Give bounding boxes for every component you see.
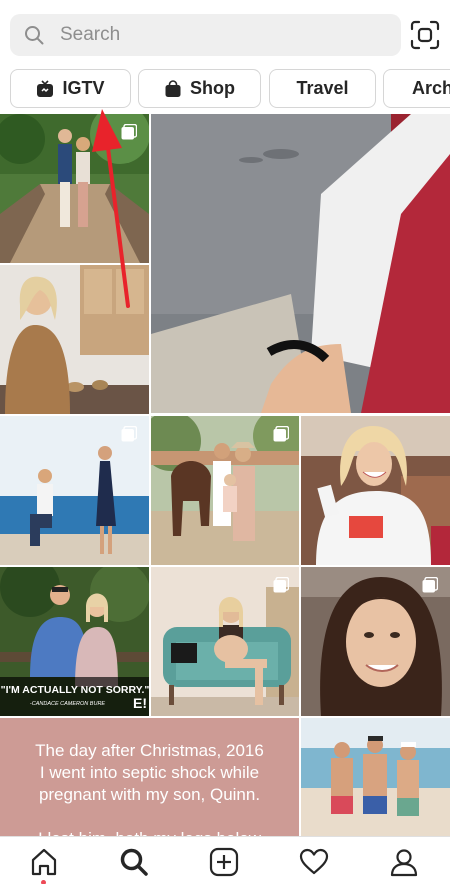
chip-travel[interactable]: Travel: [269, 69, 376, 108]
post-tile[interactable]: [151, 567, 299, 716]
post-tile[interactable]: "I'M ACTUALLY NOT SORRY." -CANDACE CAMER…: [0, 567, 149, 716]
search-input[interactable]: Search: [10, 14, 401, 56]
text-post-line: pregnant with my son, Quinn.: [38, 785, 261, 804]
plus-square-icon: [209, 847, 239, 877]
search-placeholder: Search: [60, 24, 121, 45]
tv-icon: [37, 79, 54, 97]
user-icon: [390, 849, 418, 877]
multiple-posts-icon: [273, 426, 289, 442]
nav-home[interactable]: [27, 845, 61, 879]
nav-search[interactable]: [117, 845, 151, 879]
post-tile[interactable]: [301, 718, 450, 836]
chip-shop[interactable]: Shop: [138, 69, 261, 108]
post-image: [151, 114, 450, 413]
chip-label: Travel: [296, 78, 349, 98]
nav-activity[interactable]: [297, 845, 331, 879]
chip-label: Shop: [190, 78, 235, 98]
post-tile[interactable]: [0, 265, 149, 414]
text-post-line: [0, 806, 299, 828]
scan-icon[interactable]: [410, 20, 440, 50]
heart-icon: [299, 848, 329, 875]
post-image: [301, 416, 450, 565]
quote-text: "I'M ACTUALLY NOT SORRY.": [0, 684, 149, 696]
post-image: [301, 718, 450, 836]
text-post-line: I went into septic shock while: [39, 763, 260, 782]
quote-attribution: -CANDACE CAMERON BURE: [29, 701, 106, 707]
chip-igtv[interactable]: IGTV: [10, 69, 131, 108]
post-tile-text[interactable]: The day after Christmas, 2016 I went int…: [0, 718, 299, 836]
post-tile[interactable]: [301, 567, 450, 716]
search-icon: [120, 848, 148, 876]
multiple-posts-icon: [273, 577, 289, 593]
chip-label: Arch: [412, 78, 450, 98]
post-tile-video[interactable]: [151, 114, 450, 413]
chip-architecture[interactable]: Arch: [383, 69, 450, 108]
post-tile[interactable]: [301, 416, 450, 565]
nav-new-post[interactable]: [207, 845, 241, 879]
home-icon: [31, 848, 57, 876]
brand-logo: E!: [133, 695, 147, 711]
multiple-posts-icon: [121, 426, 137, 442]
search-icon: [25, 26, 44, 45]
post-tile[interactable]: [151, 416, 299, 565]
topic-chips: IGTV Shop Travel Arch: [0, 68, 450, 110]
explore-grid: "I'M ACTUALLY NOT SORRY." -CANDACE CAMER…: [0, 114, 450, 836]
notification-dot: [41, 880, 46, 884]
shopping-bag-icon: [165, 79, 181, 97]
bottom-nav: [0, 836, 450, 884]
chip-label: IGTV: [62, 78, 105, 98]
multiple-posts-icon: [121, 124, 137, 140]
text-post-line: I lost him, both my legs below: [0, 828, 299, 836]
post-image: [0, 265, 149, 414]
nav-profile[interactable]: [387, 845, 421, 879]
text-post-line: The day after Christmas, 2016: [35, 741, 264, 760]
post-tile[interactable]: [0, 114, 149, 263]
multiple-posts-icon: [422, 577, 438, 593]
header: Search: [0, 0, 450, 64]
post-tile[interactable]: [0, 416, 149, 565]
